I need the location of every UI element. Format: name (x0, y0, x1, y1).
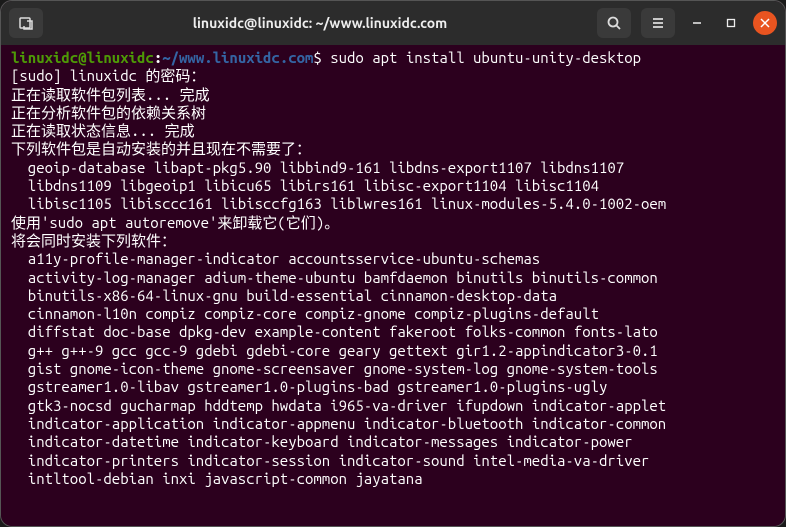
output-line: cinnamon-l10n compiz compiz-core compiz-… (11, 305, 599, 322)
output-line: 下列软件包是自动安装的并且现在不需要了： (11, 140, 311, 157)
output-line: gist gnome-icon-theme gnome-screensaver … (11, 360, 658, 377)
output-line: a11y-profile-manager-indicator accountss… (11, 250, 540, 267)
output-line: 将会同时安装下列软件： (11, 232, 176, 249)
prompt-path: ~/www.linuxidc.com (162, 49, 313, 66)
output-line: binutils-x86-64-linux-gnu build-essentia… (11, 287, 557, 304)
output-line: libisc1105 libisccc161 libisccfg163 libl… (11, 195, 666, 212)
output-line: intltool-debian inxi javascript-common j… (11, 470, 423, 487)
new-tab-button[interactable] (9, 8, 43, 38)
output-line: 使用'sudo apt autoremove'来卸载它(它们)。 (11, 214, 339, 231)
output-line: g++ g++-9 gcc gcc-9 gdebi gdebi-core gea… (11, 342, 658, 359)
output-line: diffstat doc-base dpkg-dev example-conte… (11, 323, 658, 340)
search-button[interactable] (597, 8, 631, 38)
terminal-content[interactable]: linuxidc@linuxidc:~/www.linuxidc.com$ su… (1, 45, 785, 526)
output-line: gstreamer1.0-libav gstreamer1.0-plugins-… (11, 378, 607, 395)
prompt-user: linuxidc@linuxidc (11, 49, 154, 66)
minimize-button[interactable] (685, 11, 709, 35)
titlebar: linuxidc@linuxidc: ~/www.linuxidc.com (1, 1, 785, 45)
window-title: linuxidc@linuxidc: ~/www.linuxidc.com (51, 15, 589, 31)
command-text: sudo apt install ubuntu-unity-desktop (330, 49, 641, 66)
prompt-symbol: $ (313, 49, 321, 66)
prompt-colon: : (154, 49, 162, 66)
output-line: 正在读取状态信息... 完成 (11, 122, 195, 139)
output-line: [sudo] linuxidc 的密码： (11, 67, 205, 84)
close-button[interactable] (753, 11, 777, 35)
output-line: indicator-datetime indicator-keyboard in… (11, 433, 633, 450)
output-line: libdns1109 libgeoip1 libicu65 libirs161 … (11, 177, 599, 194)
output-line: 正在读取软件包列表... 完成 (11, 86, 210, 103)
output-line: gtk3-nocsd gucharmap hddtemp hwdata i965… (11, 397, 666, 414)
titlebar-right (597, 8, 777, 38)
terminal-window: linuxidc@linuxidc: ~/www.linuxidc.com (0, 0, 786, 527)
output-line: geoip-database libapt-pkg5.90 libbind9-1… (11, 159, 624, 176)
maximize-button[interactable] (719, 11, 743, 35)
output-line: activity-log-manager adium-theme-ubuntu … (11, 269, 658, 286)
output-line: indicator-application indicator-appmenu … (11, 415, 666, 432)
output-line: 正在分析软件包的依赖关系树 (11, 104, 206, 121)
titlebar-left (9, 8, 43, 38)
menu-button[interactable] (641, 8, 675, 38)
output-line: indicator-printers indicator-session ind… (11, 452, 649, 469)
